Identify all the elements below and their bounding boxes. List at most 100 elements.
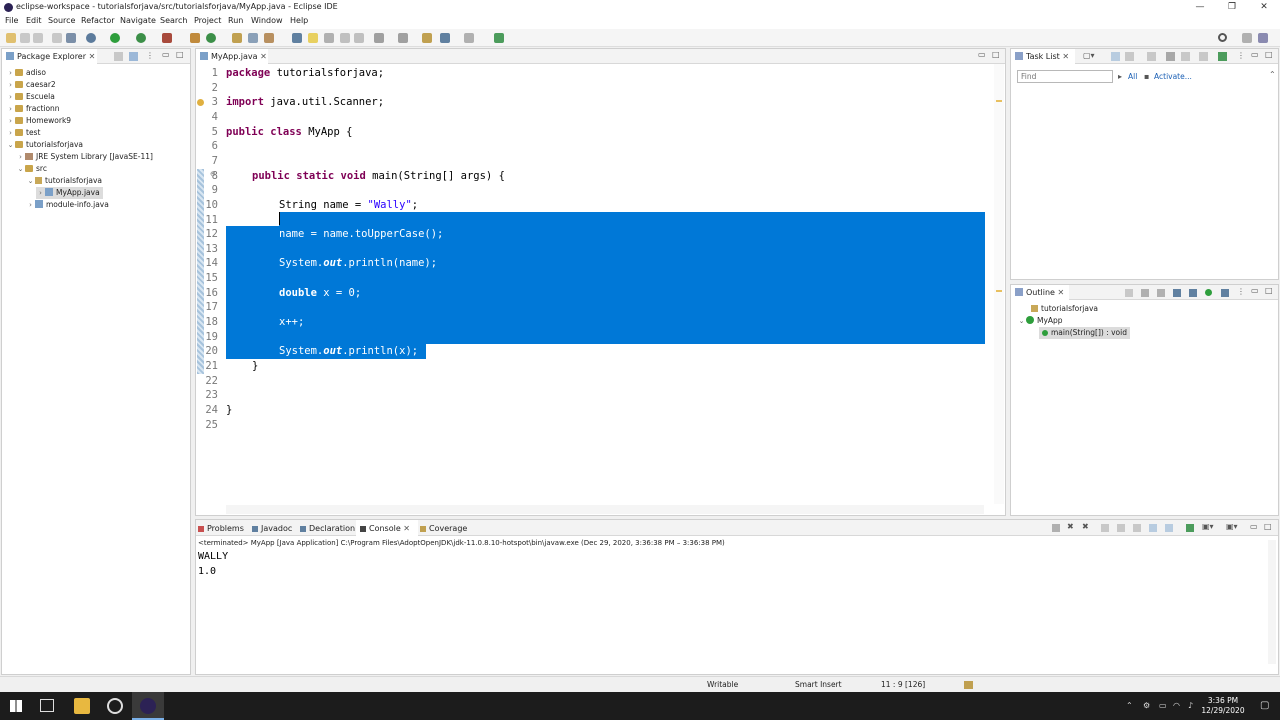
block-select-icon[interactable] [324,33,334,43]
print-icon[interactable] [52,33,62,43]
task-view-icon[interactable] [40,699,54,712]
sync-icon[interactable] [1199,52,1208,61]
close-tab-icon[interactable]: ✕ [1058,288,1065,297]
debug-icon[interactable] [86,33,96,43]
warning-marker[interactable] [996,100,1002,102]
menu-edit[interactable]: Edit [26,16,42,25]
collapse-all-icon[interactable] [1181,52,1190,61]
new-java-project-icon[interactable] [190,33,200,43]
tree-item[interactable]: › JRE System Library [JavaSE-11] [16,151,153,163]
focus-icon[interactable] [1166,52,1175,61]
last-edit-icon[interactable] [422,33,432,43]
find-menu-icon[interactable]: ▸ [1118,72,1122,81]
new-class-icon[interactable] [206,33,216,43]
tab-problems[interactable]: Problems [198,524,244,533]
tab-task-list[interactable]: Task List ✕ [1011,49,1075,64]
pin-editor-icon[interactable] [494,33,504,43]
tree-item[interactable]: › fractionn [6,103,59,115]
horizontal-scrollbar[interactable] [226,505,984,514]
menu-file[interactable]: File [5,16,18,25]
start-icon[interactable] [10,700,22,712]
categorized-icon[interactable] [1111,52,1120,61]
tab-outline[interactable]: Outline ✕ [1011,285,1069,300]
display-console-icon[interactable]: ▣▾ [1202,522,1214,531]
outline-item[interactable]: ⌄ MyApp [1017,315,1063,327]
clear-console-icon[interactable] [1101,524,1109,532]
fold-toggle-icon[interactable]: ⊖ [210,170,216,178]
tab-myapp-java[interactable]: MyApp.java ✕ [196,49,268,64]
remove-all-icon[interactable]: ✖ [1082,522,1089,531]
show-pilcrow-icon[interactable] [354,33,364,43]
show-stderr-icon[interactable] [1165,524,1173,532]
close-tab-icon[interactable]: ✕ [260,52,267,61]
maximize-button[interactable]: ❐ [1216,0,1248,15]
minimize-view-icon[interactable]: ▭ [1250,522,1258,531]
close-tab-icon[interactable]: ✕ [1062,52,1069,61]
menu-help[interactable]: Help [290,16,308,25]
network-icon[interactable]: ⚙ [1143,701,1150,710]
hide-nonpublic-icon[interactable] [1189,289,1197,297]
overview-ruler[interactable] [994,64,1004,504]
external-tools-icon[interactable] [162,33,172,43]
minimize-view-icon[interactable]: ▭ [1251,50,1259,59]
view-menu-icon[interactable]: ⋮ [1237,287,1245,296]
new-icon[interactable] [6,33,16,43]
all-link[interactable]: All [1128,72,1137,81]
notifications-icon[interactable]: ▢ [1260,700,1269,711]
link-editor-icon[interactable] [1221,289,1229,297]
open-console-icon[interactable]: ▣▾ [1226,522,1238,531]
save-icon[interactable] [20,33,30,43]
console-scrollbar[interactable] [1268,540,1276,664]
skip-breakpoints-icon[interactable] [66,33,76,43]
menu-project[interactable]: Project [194,16,221,25]
save-all-icon[interactable] [33,33,43,43]
close-tab-icon[interactable]: ✕ [89,52,96,61]
word-wrap-icon[interactable] [1133,524,1141,532]
hide-completed-icon[interactable] [1147,52,1156,61]
tab-declaration[interactable]: Declaration [300,524,355,533]
menu-window[interactable]: Window [251,16,283,25]
tree-item[interactable]: › adiso [6,67,46,79]
tree-item[interactable]: › module-info.java [26,199,109,211]
show-stdout-icon[interactable] [1149,524,1157,532]
menu-source[interactable]: Source [48,16,75,25]
pin-console-icon[interactable] [1186,524,1194,532]
file-explorer-icon[interactable] [74,698,90,714]
memory-icon[interactable] [964,681,973,689]
tab-console[interactable]: Console ✕ [356,520,418,536]
cursor-position-status[interactable]: 11 : 9 [126] [881,680,925,689]
hide-fields-icon[interactable] [1157,289,1165,297]
menu-navigate[interactable]: Navigate [120,16,156,25]
minimize-view-icon[interactable]: ▭ [162,50,170,59]
tray-chevron-icon[interactable]: ⌃ [1126,701,1133,710]
tree-item[interactable]: › Homework9 [6,115,71,127]
occurrence-marker[interactable] [996,290,1002,292]
minimize-view-icon[interactable]: ▭ [978,50,986,59]
view-menu-icon[interactable]: ⋮ [1237,51,1245,60]
view-menu-icon[interactable]: ⋮ [146,51,154,60]
java-perspective-icon[interactable] [1258,33,1268,43]
minimize-view-icon[interactable]: ▭ [1251,286,1259,295]
maximize-view-icon[interactable]: □ [1264,522,1272,531]
tree-item[interactable]: ⌄ tutorialsforjava [26,175,102,187]
collapse-all-icon[interactable] [114,52,123,61]
back-icon[interactable] [440,33,450,43]
task-repo-icon[interactable] [1218,52,1227,61]
menu-run[interactable]: Run [228,16,243,25]
tree-item[interactable]: › Escuela [6,91,55,103]
coverage-icon[interactable] [136,33,146,43]
tab-javadoc[interactable]: Javadoc [252,524,292,533]
tree-item[interactable]: ⌄ src [16,163,47,175]
outline-item-selected[interactable]: main(String[]) : void [1039,327,1130,339]
insert-mode-status[interactable]: Smart Insert [795,680,842,689]
new-task-icon[interactable]: ▢▾ [1083,51,1095,60]
tree-item[interactable]: › caesar2 [6,79,56,91]
maximize-view-icon[interactable]: □ [1265,50,1273,59]
scroll-up-icon[interactable]: ⌃ [1269,70,1276,79]
close-button[interactable]: ✕ [1248,0,1280,15]
search-icon[interactable] [1218,33,1227,42]
tab-coverage[interactable]: Coverage [420,524,467,533]
outline-item[interactable]: tutorialsforjava [1031,303,1098,315]
remove-launch-icon[interactable]: ✖ [1067,522,1074,531]
link-editor-icon[interactable] [129,52,138,61]
